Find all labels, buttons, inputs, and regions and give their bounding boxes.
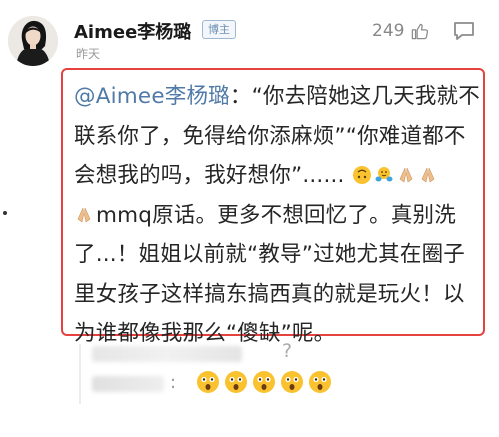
- shocked-face-icon: [197, 371, 219, 393]
- blurred-username: [92, 376, 164, 392]
- post-time: 昨天: [76, 47, 101, 61]
- thumbs-up-icon: [412, 23, 429, 39]
- shocked-face-icon: [281, 371, 303, 393]
- shocked-face-icon: [309, 371, 331, 393]
- mention-link[interactable]: @Aimee李杨璐: [74, 84, 230, 109]
- blogger-badge: 博主: [202, 20, 236, 39]
- like-button[interactable]: 249: [372, 21, 429, 41]
- stray-dot: [3, 211, 7, 215]
- like-count: 249: [372, 21, 405, 41]
- username[interactable]: Aimee李杨璐: [74, 18, 191, 44]
- comment-bubble-icon: [454, 22, 474, 40]
- avatar-image: [8, 16, 58, 66]
- pray-icon: [77, 207, 91, 223]
- quote-bar: [79, 344, 81, 404]
- hug-icon: [375, 167, 393, 182]
- comment-button[interactable]: [452, 20, 476, 42]
- question-mark: ?: [282, 340, 293, 362]
- shocked-emoji-row: [196, 370, 332, 394]
- upside-down-face-icon: [352, 166, 371, 184]
- pray-icon: [399, 167, 412, 183]
- comment-continuation: mmq原话。更多不想回忆了。真别洗了...！姐姐以前就“教导”过她尤其在圈子里女…: [74, 202, 465, 347]
- comment-text: @Aimee李杨璐：“你去陪她这几天我就不联系你了，免得给你添麻烦”“你难道都不…: [74, 77, 484, 354]
- blurred-text: [92, 346, 242, 362]
- shocked-face-icon: [225, 371, 247, 393]
- shocked-face-icon: [253, 371, 275, 393]
- reply-colon: :: [170, 372, 177, 393]
- avatar[interactable]: [8, 16, 58, 66]
- pray-icon: [421, 167, 434, 183]
